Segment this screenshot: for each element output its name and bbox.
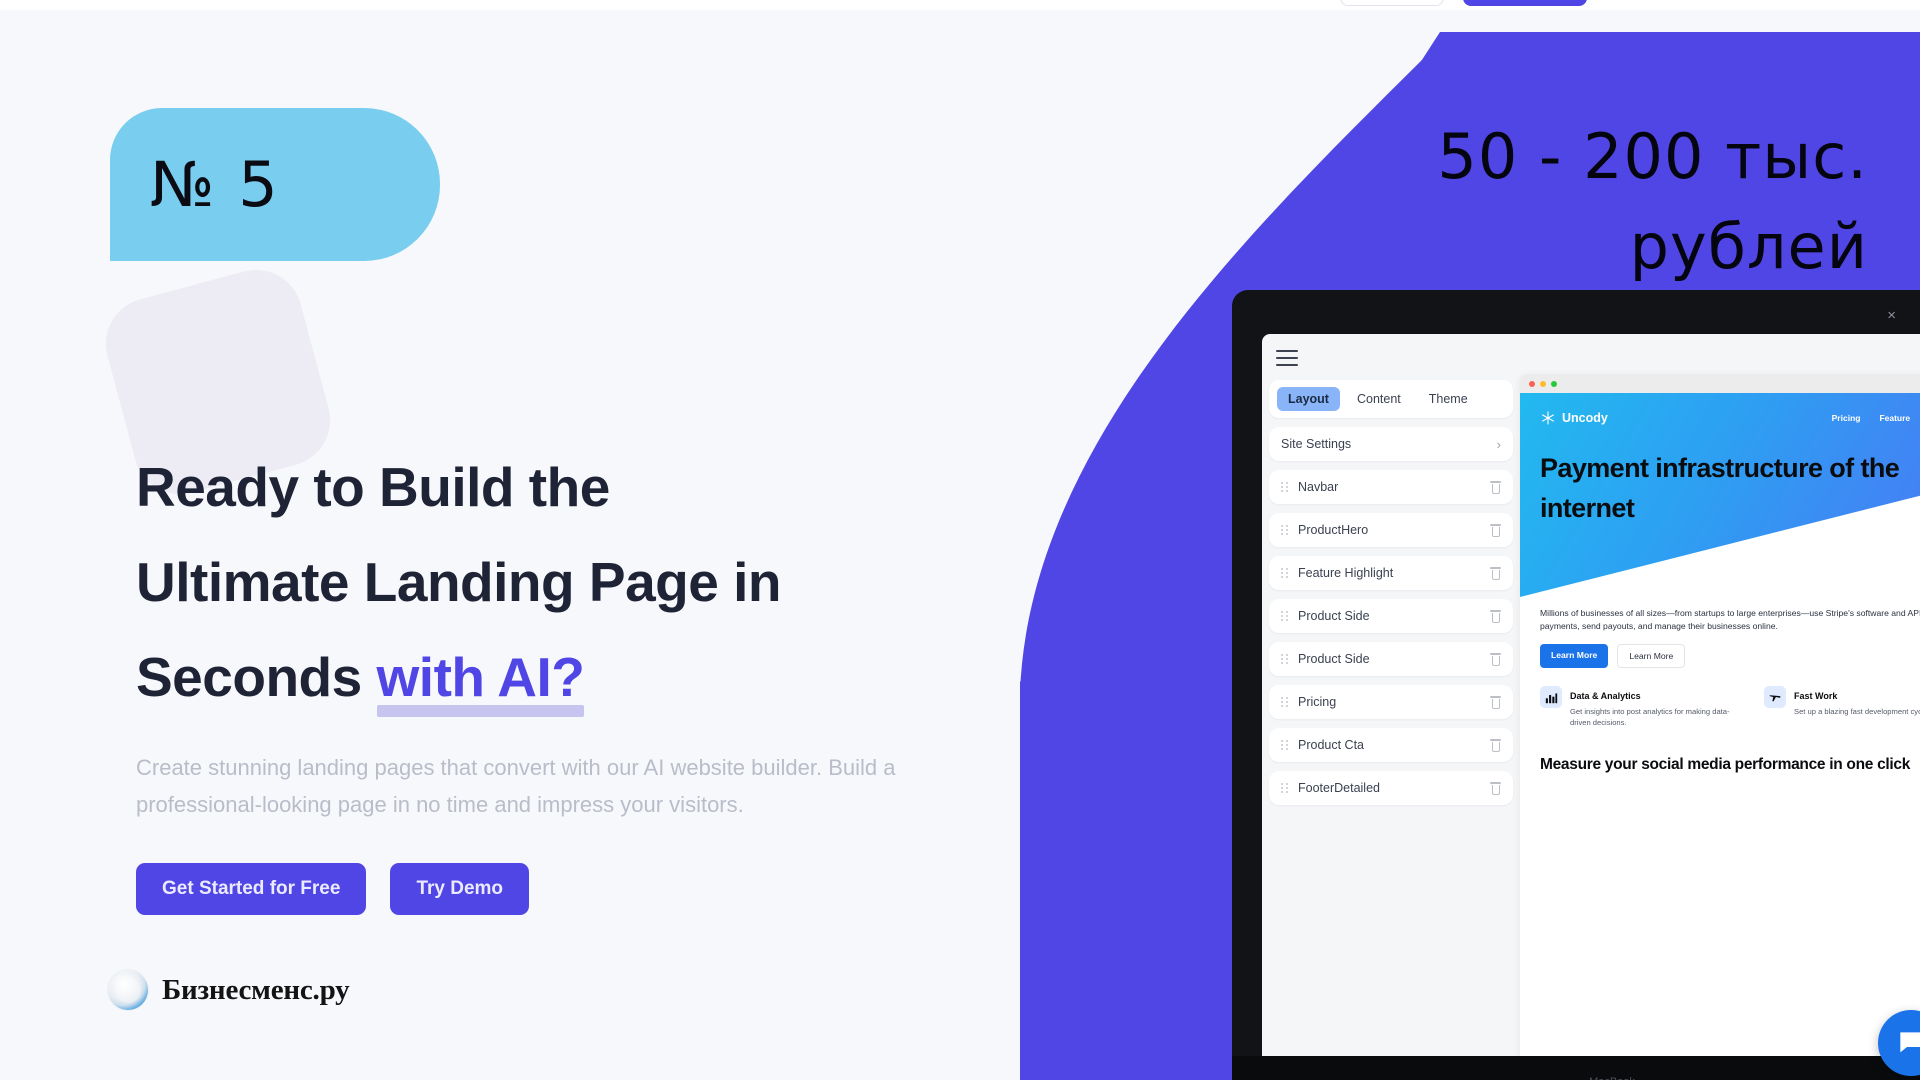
hamburger-icon[interactable]	[1276, 350, 1298, 366]
window-close-dot[interactable]	[1529, 380, 1535, 387]
preview-hero: Uncody Pricing Feature About us Payment …	[1520, 393, 1920, 597]
preview-feature-card: Data & Analytics Get insights into post …	[1540, 686, 1742, 728]
headline-highlight: with AI?	[376, 630, 585, 725]
preview-feature-desc: Set up a blazing fast development cycle.	[1794, 707, 1920, 716]
preview-nav-pricing[interactable]: Pricing	[1832, 413, 1861, 423]
get-started-button[interactable]: Get Started for Free	[136, 863, 367, 915]
section-label: FooterDetailed	[1298, 781, 1380, 795]
hero-headline: Ready to Build the Ultimate Landing Page…	[136, 440, 926, 725]
section-row[interactable]: Feature Highlight	[1269, 556, 1513, 590]
toolbar-primary-button[interactable]	[1463, 0, 1587, 6]
preview-sub-headline: Measure your social media performance in…	[1540, 756, 1911, 773]
editor-sidebar: Layout Content Theme Site Settings › Nav…	[1269, 380, 1513, 805]
hero-subtitle: Create stunning landing pages that conve…	[136, 755, 896, 817]
preview-feature-title: Data & Analytics	[1570, 691, 1641, 701]
preview-nav-links: Pricing Feature About us	[1832, 413, 1920, 423]
airplane-icon	[1764, 686, 1786, 708]
drag-handle-icon[interactable]	[1281, 524, 1289, 536]
preview-feature-text: Data & Analytics Get insights into post …	[1570, 686, 1742, 728]
watermark-label: Бизнесменс.ру	[162, 973, 350, 1006]
site-settings-row[interactable]: Site Settings ›	[1269, 427, 1513, 461]
close-icon[interactable]: ×	[1887, 308, 1896, 323]
preview-body: Millions of businesses of all sizes—from…	[1520, 597, 1920, 728]
trash-icon[interactable]	[1490, 480, 1501, 494]
asterisk-star-icon	[1542, 411, 1554, 425]
section-row[interactable]: FooterDetailed	[1269, 771, 1513, 805]
tab-content[interactable]: Content	[1346, 387, 1412, 411]
drag-handle-icon[interactable]	[1281, 653, 1289, 665]
preview-window-chrome	[1520, 374, 1920, 393]
trash-icon[interactable]	[1490, 695, 1501, 709]
drag-handle-icon[interactable]	[1281, 610, 1289, 622]
preview-feature-desc: Get insights into post analytics for mak…	[1570, 707, 1730, 727]
drag-handle-icon[interactable]	[1281, 739, 1289, 751]
section-row[interactable]: Navbar	[1269, 470, 1513, 504]
preview-paragraph: Millions of businesses of all sizes—from…	[1540, 608, 1920, 631]
drag-handle-icon[interactable]	[1281, 782, 1289, 794]
preview-learn-more-primary[interactable]: Learn More	[1540, 644, 1609, 668]
chevron-right-icon: ›	[1496, 436, 1501, 452]
headline-line-1: Ready to Build the	[136, 456, 610, 518]
section-row[interactable]: Pricing	[1269, 685, 1513, 719]
preview-feature-text: Fast Work Set up a blazing fast developm…	[1794, 686, 1920, 728]
trash-icon[interactable]	[1490, 781, 1501, 795]
trash-icon[interactable]	[1490, 652, 1501, 666]
website-preview: Uncody Pricing Feature About us Payment …	[1520, 374, 1920, 1080]
price-caption-line1: 50 - 200 тыс.	[1437, 120, 1868, 193]
preview-feature-row: Data & Analytics Get insights into post …	[1540, 686, 1920, 728]
bar-chart-icon	[1540, 686, 1562, 708]
headline-line-3: Seconds	[136, 646, 377, 708]
preview-brand-label: Uncody	[1562, 411, 1608, 425]
app-screen: Layout Content Theme Site Settings › Nav…	[1262, 334, 1920, 1080]
window-maximize-dot[interactable]	[1551, 380, 1557, 387]
section-label: Feature Highlight	[1298, 566, 1394, 580]
preview-nav-feature[interactable]: Feature	[1879, 413, 1910, 423]
section-row[interactable]: ProductHero	[1269, 513, 1513, 547]
tab-layout[interactable]: Layout	[1277, 387, 1340, 411]
tab-theme[interactable]: Theme	[1418, 387, 1479, 411]
toolbar-secondary-button[interactable]	[1340, 0, 1444, 6]
hero-section: Ready to Build the Ultimate Landing Page…	[136, 440, 926, 915]
price-caption: 50 - 200 тыс. рублей	[1178, 112, 1868, 292]
preview-feature-title: Fast Work	[1794, 691, 1838, 701]
trash-icon[interactable]	[1490, 738, 1501, 752]
trash-icon[interactable]	[1490, 523, 1501, 537]
sunburst-circle-icon	[108, 970, 148, 1010]
section-row[interactable]: Product Side	[1269, 599, 1513, 633]
trash-icon[interactable]	[1490, 566, 1501, 580]
price-caption-line2: рублей	[1629, 210, 1868, 283]
preview-button-row: Learn More Learn More	[1540, 644, 1920, 668]
headline-line-2: Ultimate Landing Page in	[136, 551, 782, 613]
hero-button-row: Get Started for Free Try Demo	[136, 863, 926, 915]
section-label: ProductHero	[1298, 523, 1369, 537]
try-demo-button[interactable]: Try Demo	[390, 863, 530, 915]
window-minimize-dot[interactable]	[1540, 380, 1546, 387]
section-row[interactable]: Product Cta	[1269, 728, 1513, 762]
editor-tab-bar: Layout Content Theme	[1269, 380, 1513, 418]
section-label: Product Cta	[1298, 738, 1365, 752]
preview-headline: Payment infrastructure of the internet	[1540, 453, 1900, 523]
drag-handle-icon[interactable]	[1281, 696, 1289, 708]
number-badge-label: № 5	[150, 148, 280, 221]
drag-handle-icon[interactable]	[1281, 567, 1289, 579]
preview-brand[interactable]: Uncody	[1540, 410, 1608, 426]
section-label: Pricing	[1298, 695, 1337, 709]
top-toolbar-strip	[0, 0, 1920, 10]
device-topbar: ×	[1242, 300, 1920, 334]
trash-icon[interactable]	[1490, 609, 1501, 623]
watermark: Бизнесменс.ру	[108, 970, 350, 1010]
site-settings-label: Site Settings	[1281, 437, 1352, 451]
device-mockup: × Layout Content Theme Site Settings › N…	[1232, 290, 1920, 1080]
preview-feature-card: Fast Work Set up a blazing fast developm…	[1764, 686, 1920, 728]
preview-learn-more-secondary[interactable]: Learn More	[1617, 644, 1686, 668]
section-row[interactable]: Product Side	[1269, 642, 1513, 676]
device-footer: MacBook	[1232, 1056, 1920, 1080]
section-label: Product Side	[1298, 652, 1370, 666]
poster-page: № 5 50 - 200 тыс. рублей Ready to Build …	[0, 0, 1920, 1080]
section-label: Navbar	[1298, 480, 1339, 494]
drag-handle-icon[interactable]	[1281, 481, 1289, 493]
number-badge: № 5	[110, 108, 440, 261]
preview-navbar: Uncody Pricing Feature About us	[1520, 393, 1920, 426]
section-label: Product Side	[1298, 609, 1370, 623]
